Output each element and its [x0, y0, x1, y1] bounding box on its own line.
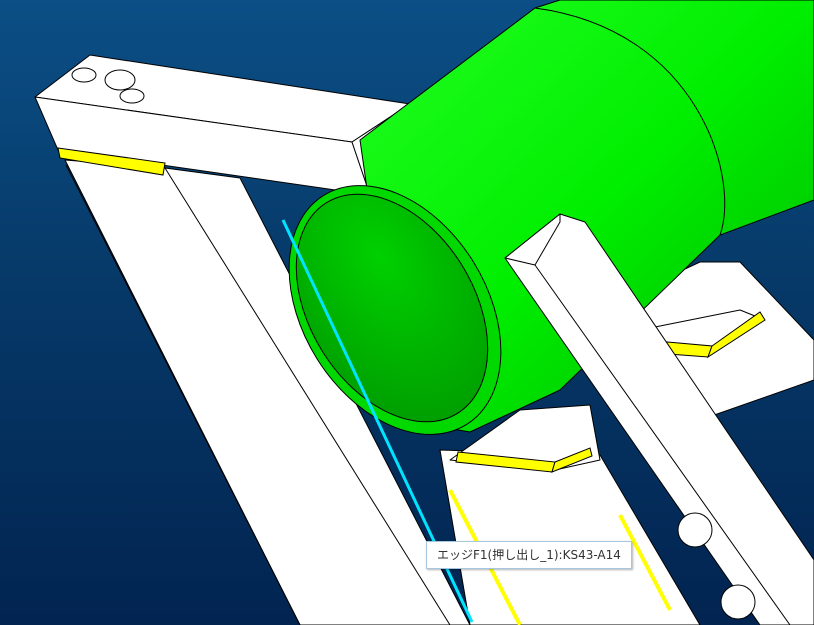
model-scene[interactable]: [0, 0, 814, 625]
hole-icon: [104, 69, 136, 91]
3d-viewport[interactable]: エッジF1(押し出し_1):KS43-A14: [0, 0, 814, 625]
hole-icon: [119, 88, 145, 104]
hole-icon: [720, 584, 756, 620]
edge-tooltip: エッジF1(押し出し_1):KS43-A14: [426, 541, 632, 569]
hole-icon: [71, 67, 97, 83]
hole-icon: [677, 512, 713, 548]
